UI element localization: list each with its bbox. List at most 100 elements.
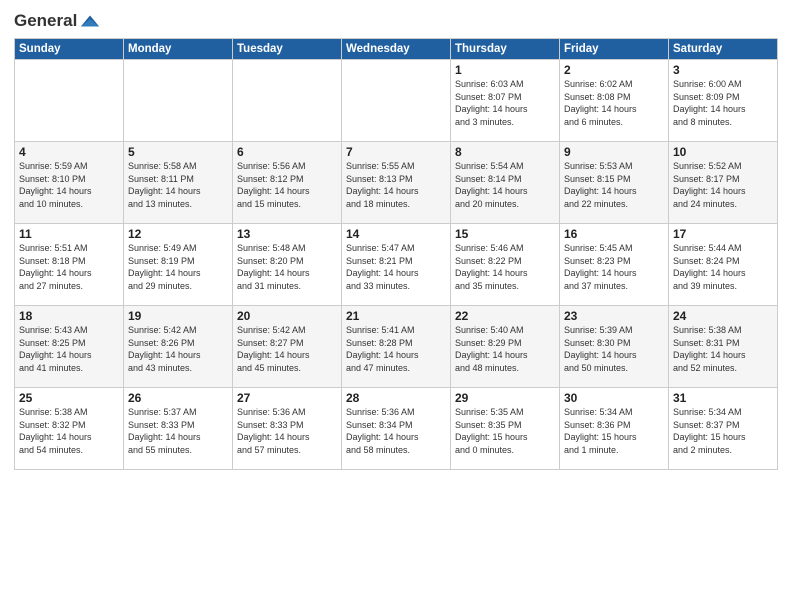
day-number: 5 — [128, 145, 228, 159]
day-number: 4 — [19, 145, 119, 159]
day-number: 28 — [346, 391, 446, 405]
day-info: Sunrise: 5:36 AMSunset: 8:33 PMDaylight:… — [237, 406, 337, 456]
day-info: Sunrise: 5:52 AMSunset: 8:17 PMDaylight:… — [673, 160, 773, 210]
calendar-cell: 8Sunrise: 5:54 AMSunset: 8:14 PMDaylight… — [451, 142, 560, 224]
calendar-cell: 5Sunrise: 5:58 AMSunset: 8:11 PMDaylight… — [124, 142, 233, 224]
logo-icon — [79, 10, 101, 32]
calendar-cell: 29Sunrise: 5:35 AMSunset: 8:35 PMDayligh… — [451, 388, 560, 470]
day-info: Sunrise: 5:38 AMSunset: 8:31 PMDaylight:… — [673, 324, 773, 374]
day-number: 10 — [673, 145, 773, 159]
calendar-week-1: 1Sunrise: 6:03 AMSunset: 8:07 PMDaylight… — [15, 60, 778, 142]
calendar-cell: 27Sunrise: 5:36 AMSunset: 8:33 PMDayligh… — [233, 388, 342, 470]
day-info: Sunrise: 5:56 AMSunset: 8:12 PMDaylight:… — [237, 160, 337, 210]
day-info: Sunrise: 5:51 AMSunset: 8:18 PMDaylight:… — [19, 242, 119, 292]
calendar-cell: 15Sunrise: 5:46 AMSunset: 8:22 PMDayligh… — [451, 224, 560, 306]
day-number: 2 — [564, 63, 664, 77]
day-number: 13 — [237, 227, 337, 241]
day-info: Sunrise: 5:36 AMSunset: 8:34 PMDaylight:… — [346, 406, 446, 456]
day-info: Sunrise: 5:54 AMSunset: 8:14 PMDaylight:… — [455, 160, 555, 210]
calendar-cell: 25Sunrise: 5:38 AMSunset: 8:32 PMDayligh… — [15, 388, 124, 470]
day-number: 21 — [346, 309, 446, 323]
day-number: 31 — [673, 391, 773, 405]
day-number: 15 — [455, 227, 555, 241]
day-number: 25 — [19, 391, 119, 405]
calendar-cell — [233, 60, 342, 142]
day-info: Sunrise: 5:35 AMSunset: 8:35 PMDaylight:… — [455, 406, 555, 456]
calendar-cell: 21Sunrise: 5:41 AMSunset: 8:28 PMDayligh… — [342, 306, 451, 388]
calendar-cell: 31Sunrise: 5:34 AMSunset: 8:37 PMDayligh… — [669, 388, 778, 470]
day-info: Sunrise: 5:38 AMSunset: 8:32 PMDaylight:… — [19, 406, 119, 456]
day-info: Sunrise: 5:34 AMSunset: 8:36 PMDaylight:… — [564, 406, 664, 456]
day-number: 7 — [346, 145, 446, 159]
calendar-cell — [342, 60, 451, 142]
logo: General — [14, 10, 101, 32]
calendar-cell: 30Sunrise: 5:34 AMSunset: 8:36 PMDayligh… — [560, 388, 669, 470]
calendar-cell: 7Sunrise: 5:55 AMSunset: 8:13 PMDaylight… — [342, 142, 451, 224]
day-header-thursday: Thursday — [451, 39, 560, 60]
calendar-cell: 23Sunrise: 5:39 AMSunset: 8:30 PMDayligh… — [560, 306, 669, 388]
day-info: Sunrise: 5:47 AMSunset: 8:21 PMDaylight:… — [346, 242, 446, 292]
logo-text: General — [14, 10, 101, 32]
calendar-cell: 4Sunrise: 5:59 AMSunset: 8:10 PMDaylight… — [15, 142, 124, 224]
calendar-cell: 16Sunrise: 5:45 AMSunset: 8:23 PMDayligh… — [560, 224, 669, 306]
day-info: Sunrise: 5:42 AMSunset: 8:27 PMDaylight:… — [237, 324, 337, 374]
calendar-cell: 20Sunrise: 5:42 AMSunset: 8:27 PMDayligh… — [233, 306, 342, 388]
day-info: Sunrise: 5:48 AMSunset: 8:20 PMDaylight:… — [237, 242, 337, 292]
day-number: 22 — [455, 309, 555, 323]
day-info: Sunrise: 5:44 AMSunset: 8:24 PMDaylight:… — [673, 242, 773, 292]
day-header-friday: Friday — [560, 39, 669, 60]
calendar-cell: 12Sunrise: 5:49 AMSunset: 8:19 PMDayligh… — [124, 224, 233, 306]
day-info: Sunrise: 5:59 AMSunset: 8:10 PMDaylight:… — [19, 160, 119, 210]
calendar-cell: 10Sunrise: 5:52 AMSunset: 8:17 PMDayligh… — [669, 142, 778, 224]
calendar: SundayMondayTuesdayWednesdayThursdayFrid… — [14, 38, 778, 470]
day-number: 8 — [455, 145, 555, 159]
day-number: 18 — [19, 309, 119, 323]
calendar-week-3: 11Sunrise: 5:51 AMSunset: 8:18 PMDayligh… — [15, 224, 778, 306]
day-info: Sunrise: 5:39 AMSunset: 8:30 PMDaylight:… — [564, 324, 664, 374]
day-number: 14 — [346, 227, 446, 241]
calendar-cell — [124, 60, 233, 142]
calendar-cell: 14Sunrise: 5:47 AMSunset: 8:21 PMDayligh… — [342, 224, 451, 306]
day-number: 24 — [673, 309, 773, 323]
day-header-tuesday: Tuesday — [233, 39, 342, 60]
calendar-cell: 22Sunrise: 5:40 AMSunset: 8:29 PMDayligh… — [451, 306, 560, 388]
calendar-cell: 9Sunrise: 5:53 AMSunset: 8:15 PMDaylight… — [560, 142, 669, 224]
calendar-cell: 17Sunrise: 5:44 AMSunset: 8:24 PMDayligh… — [669, 224, 778, 306]
calendar-week-5: 25Sunrise: 5:38 AMSunset: 8:32 PMDayligh… — [15, 388, 778, 470]
calendar-cell: 1Sunrise: 6:03 AMSunset: 8:07 PMDaylight… — [451, 60, 560, 142]
day-number: 3 — [673, 63, 773, 77]
day-info: Sunrise: 5:46 AMSunset: 8:22 PMDaylight:… — [455, 242, 555, 292]
day-number: 30 — [564, 391, 664, 405]
day-number: 19 — [128, 309, 228, 323]
page: General SundayMondayTuesdayWednesdayThur… — [0, 0, 792, 612]
day-number: 16 — [564, 227, 664, 241]
day-info: Sunrise: 5:41 AMSunset: 8:28 PMDaylight:… — [346, 324, 446, 374]
calendar-cell: 13Sunrise: 5:48 AMSunset: 8:20 PMDayligh… — [233, 224, 342, 306]
day-number: 26 — [128, 391, 228, 405]
calendar-cell: 6Sunrise: 5:56 AMSunset: 8:12 PMDaylight… — [233, 142, 342, 224]
day-header-wednesday: Wednesday — [342, 39, 451, 60]
day-info: Sunrise: 5:49 AMSunset: 8:19 PMDaylight:… — [128, 242, 228, 292]
calendar-cell: 26Sunrise: 5:37 AMSunset: 8:33 PMDayligh… — [124, 388, 233, 470]
day-info: Sunrise: 5:37 AMSunset: 8:33 PMDaylight:… — [128, 406, 228, 456]
calendar-cell: 18Sunrise: 5:43 AMSunset: 8:25 PMDayligh… — [15, 306, 124, 388]
logo-general: General — [14, 11, 77, 31]
day-number: 1 — [455, 63, 555, 77]
calendar-cell — [15, 60, 124, 142]
day-header-sunday: Sunday — [15, 39, 124, 60]
day-info: Sunrise: 6:02 AMSunset: 8:08 PMDaylight:… — [564, 78, 664, 128]
day-info: Sunrise: 6:00 AMSunset: 8:09 PMDaylight:… — [673, 78, 773, 128]
day-number: 23 — [564, 309, 664, 323]
day-info: Sunrise: 5:58 AMSunset: 8:11 PMDaylight:… — [128, 160, 228, 210]
day-info: Sunrise: 5:42 AMSunset: 8:26 PMDaylight:… — [128, 324, 228, 374]
day-info: Sunrise: 5:34 AMSunset: 8:37 PMDaylight:… — [673, 406, 773, 456]
calendar-cell: 2Sunrise: 6:02 AMSunset: 8:08 PMDaylight… — [560, 60, 669, 142]
calendar-cell: 11Sunrise: 5:51 AMSunset: 8:18 PMDayligh… — [15, 224, 124, 306]
calendar-cell: 3Sunrise: 6:00 AMSunset: 8:09 PMDaylight… — [669, 60, 778, 142]
day-info: Sunrise: 6:03 AMSunset: 8:07 PMDaylight:… — [455, 78, 555, 128]
day-number: 20 — [237, 309, 337, 323]
header: General — [14, 10, 778, 32]
day-number: 17 — [673, 227, 773, 241]
calendar-cell: 19Sunrise: 5:42 AMSunset: 8:26 PMDayligh… — [124, 306, 233, 388]
calendar-cell: 28Sunrise: 5:36 AMSunset: 8:34 PMDayligh… — [342, 388, 451, 470]
